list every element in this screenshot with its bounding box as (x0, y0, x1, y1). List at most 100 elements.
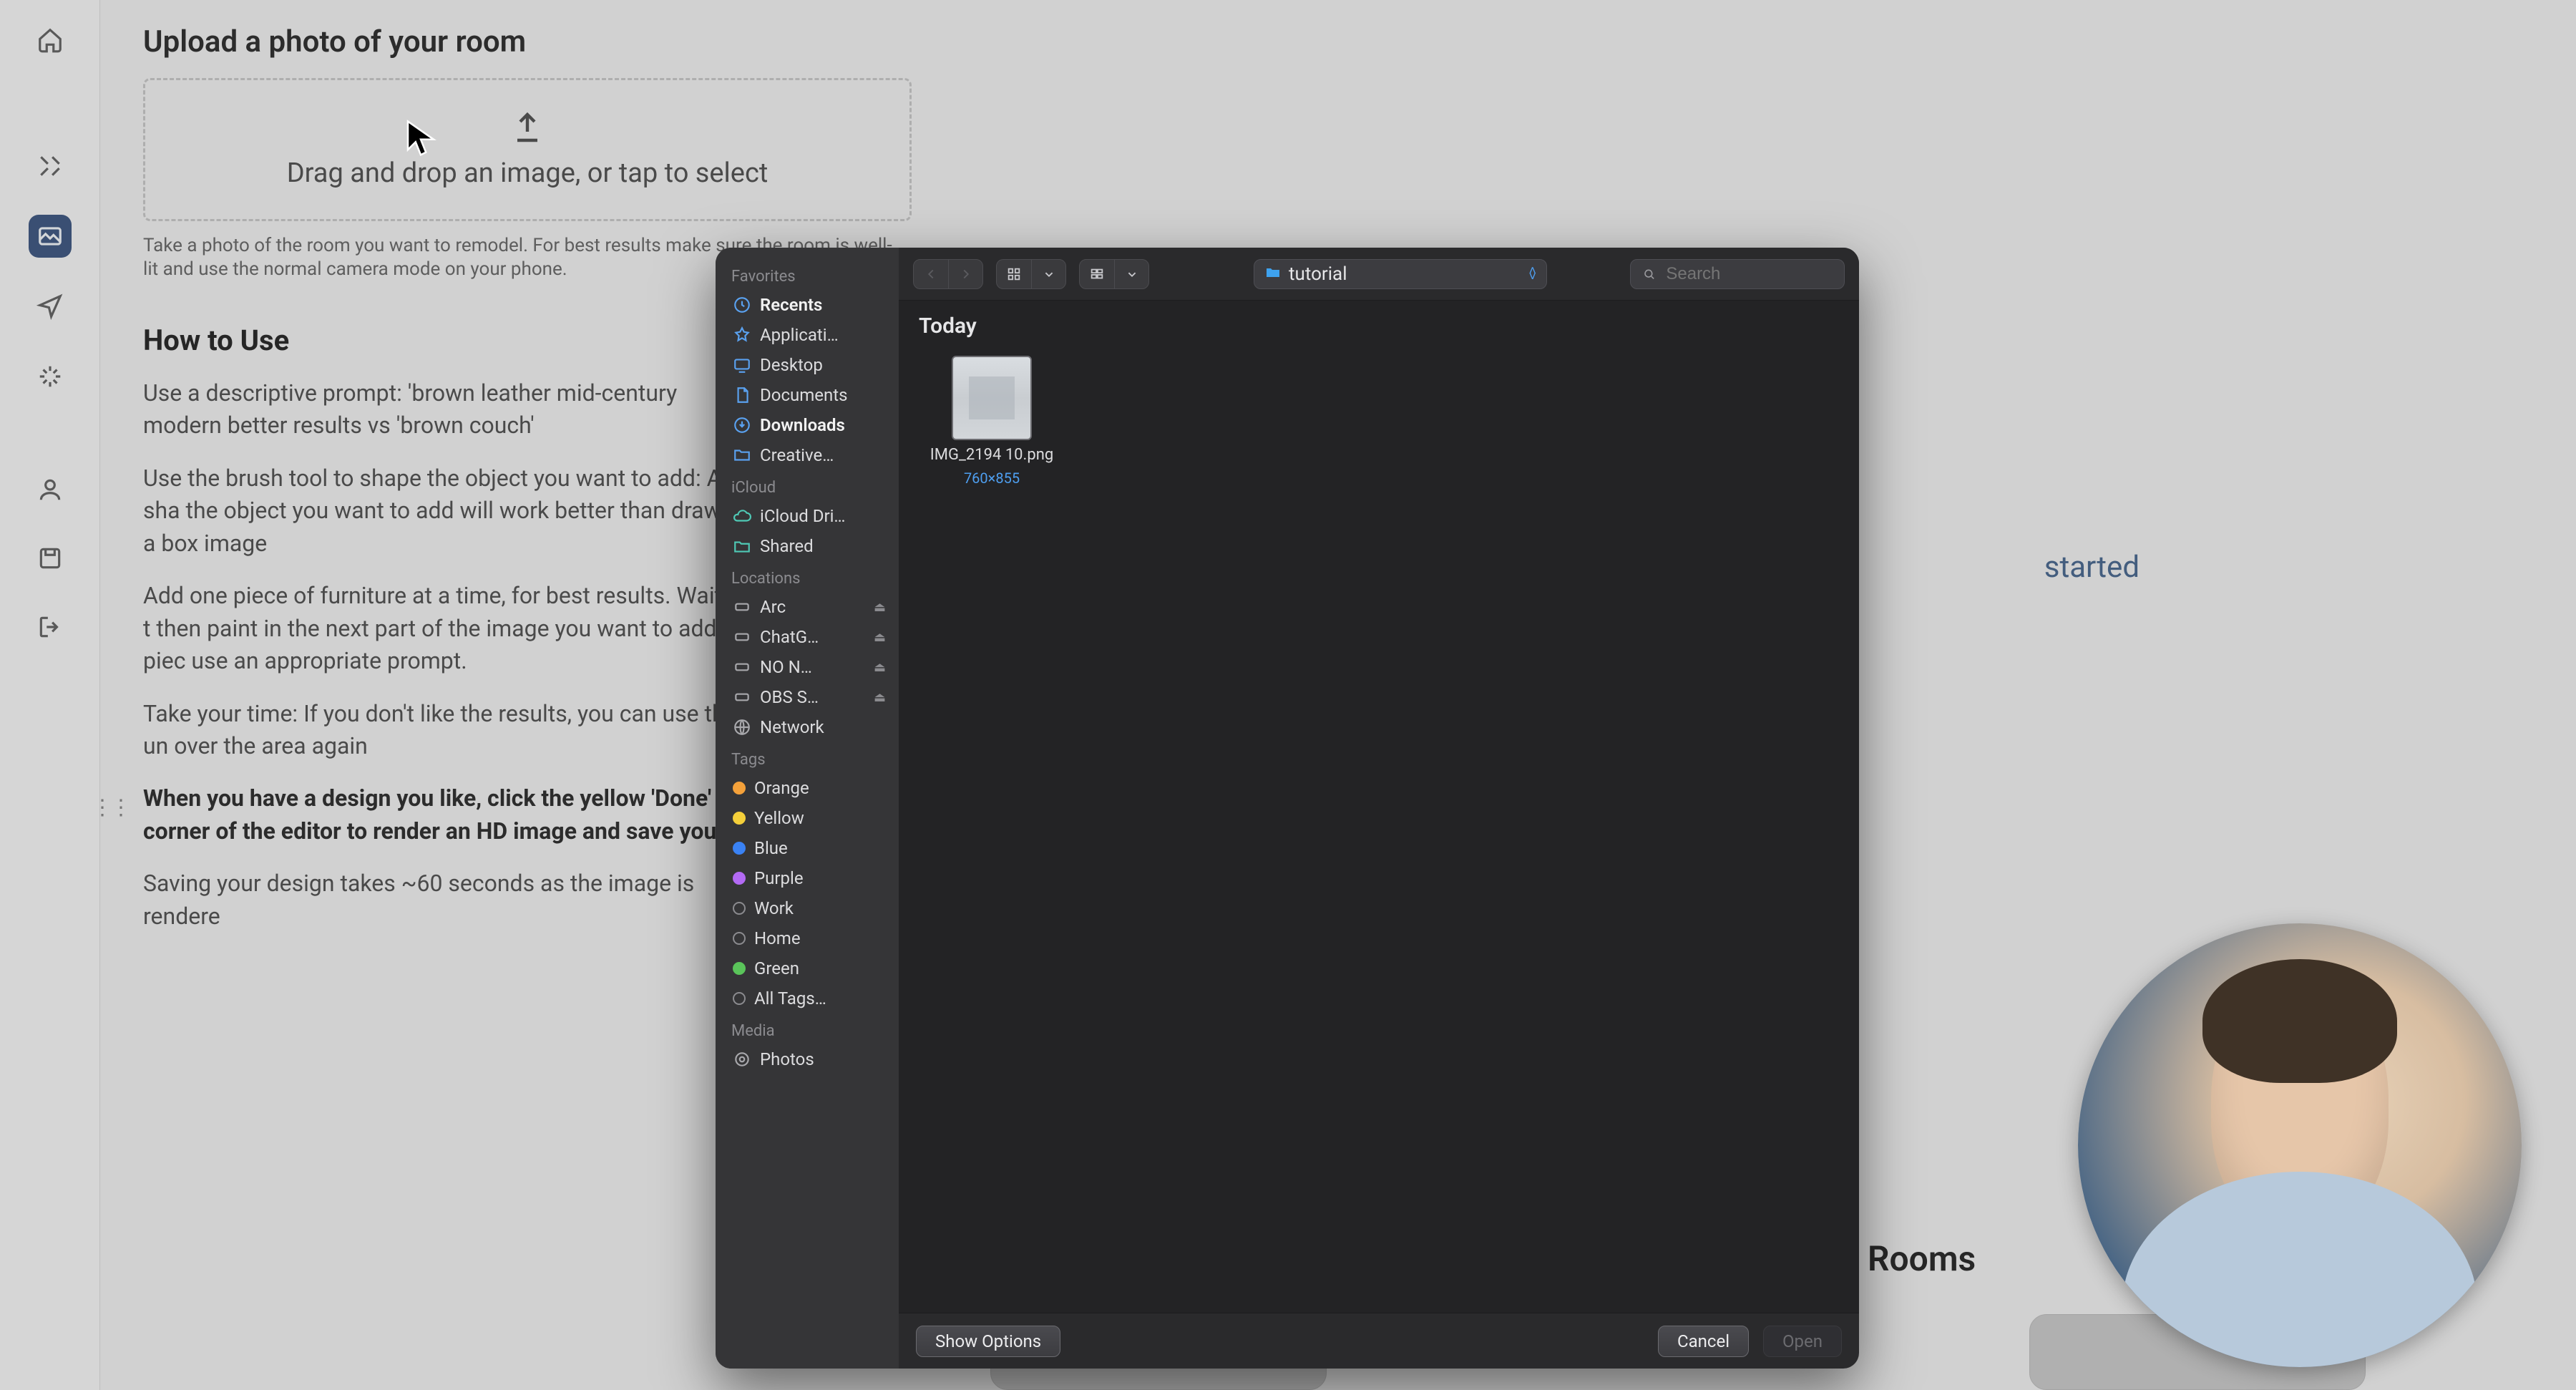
group-button[interactable] (1080, 260, 1114, 288)
sidebar-tag-orange[interactable]: Orange (728, 773, 890, 803)
cursor-icon (405, 119, 436, 160)
file-dimensions: 760×855 (964, 470, 1020, 487)
getting-started-tail: started (2044, 550, 2140, 585)
finder-sidebar: Favorites Recents Applicati… Desktop Doc… (716, 248, 899, 1369)
tag-dot-icon (733, 812, 746, 825)
view-dropdown-button[interactable] (1031, 260, 1065, 288)
eject-icon[interactable]: ⏏ (874, 630, 886, 645)
rooms-heading: Rooms (1868, 1238, 1976, 1279)
sparkle-icon[interactable] (29, 355, 72, 398)
sidebar-item-chatg[interactable]: ChatG… ⏏ (728, 622, 890, 652)
howto-step: Saving your design takes ~60 seconds as … (143, 867, 758, 933)
sidebar-item-documents[interactable]: Documents (728, 380, 890, 410)
user-icon[interactable] (29, 468, 72, 511)
sidebar-heading-favorites: Favorites (731, 268, 890, 286)
document-icon (733, 386, 751, 404)
file-name: IMG_2194 10.png (930, 446, 1053, 464)
search-input[interactable] (1664, 263, 1833, 285)
page-title: Upload a photo of your room (143, 24, 1002, 59)
icon-view-button[interactable] (997, 260, 1031, 288)
gallery-icon[interactable] (29, 215, 72, 258)
tag-dot-icon (733, 932, 746, 945)
sidebar-tag-home[interactable]: Home (728, 923, 890, 953)
howto-step: Use the brush tool to shape the object y… (143, 462, 758, 560)
date-group-heading: Today (919, 314, 1839, 339)
sidebar-item-network[interactable]: Network (728, 712, 890, 742)
sidebar-heading-locations: Locations (731, 570, 890, 588)
sidebar-item-icloud-drive[interactable]: iCloud Dri… (728, 501, 890, 531)
save-icon[interactable] (29, 537, 72, 580)
file-item[interactable]: IMG_2194 10.png 760×855 (919, 356, 1065, 487)
howto-step: When you have a design you like, click t… (143, 782, 758, 847)
apps-icon (733, 326, 751, 344)
sidebar-item-creative[interactable]: Creative… (728, 440, 890, 470)
folder-icon (1264, 264, 1282, 284)
app-rail (0, 0, 100, 1390)
finder-toolbar: tutorial ˄˅ (899, 248, 1859, 301)
group-dropdown-button[interactable] (1114, 260, 1148, 288)
path-popup[interactable]: tutorial ˄˅ (1254, 259, 1547, 289)
sidebar-item-shared[interactable]: Shared (728, 531, 890, 561)
show-options-button[interactable]: Show Options (916, 1326, 1060, 1357)
home-icon[interactable] (29, 19, 72, 62)
sidebar-item-arc[interactable]: Arc ⏏ (728, 592, 890, 622)
sidebar-item-applications[interactable]: Applicati… (728, 320, 890, 350)
tag-dot-icon (733, 842, 746, 855)
upload-dropzone[interactable]: Drag and drop an image, or tap to select (143, 78, 912, 221)
tag-dot-icon (733, 992, 746, 1005)
file-thumbnail (952, 356, 1032, 440)
sidebar-tag-purple[interactable]: Purple (728, 863, 890, 893)
webcam-pip (2078, 923, 2522, 1367)
chevron-updown-icon: ˄˅ (1528, 268, 1536, 280)
photos-icon (733, 1050, 751, 1069)
file-grid: Today IMG_2194 10.png 760×855 (899, 301, 1859, 1313)
tag-dot-icon (733, 962, 746, 975)
tag-dot-icon (733, 782, 746, 794)
disk-icon (733, 598, 751, 616)
sidebar-item-obss[interactable]: OBS S… ⏏ (728, 682, 890, 712)
cloud-icon (733, 507, 751, 525)
sidebar-item-photos[interactable]: Photos (728, 1044, 890, 1074)
back-button[interactable] (914, 260, 948, 288)
tools-icon[interactable] (29, 145, 72, 188)
shared-icon (733, 537, 751, 555)
download-icon (733, 416, 751, 434)
sidebar-tag-work[interactable]: Work (728, 893, 890, 923)
sidebar-item-recents[interactable]: Recents (728, 290, 890, 320)
sidebar-heading-media: Media (731, 1022, 890, 1040)
dialog-footer: Show Options Cancel Open (899, 1313, 1859, 1369)
search-field[interactable] (1630, 259, 1845, 289)
group-segment (1079, 259, 1149, 289)
network-icon (733, 718, 751, 737)
eject-icon[interactable]: ⏏ (874, 600, 886, 615)
nav-segment (913, 259, 983, 289)
sidebar-tag-green[interactable]: Green (728, 953, 890, 983)
tag-dot-icon (733, 902, 746, 915)
path-label: tutorial (1289, 263, 1347, 285)
sidebar-tag-yellow[interactable]: Yellow (728, 803, 890, 833)
cancel-button[interactable]: Cancel (1658, 1326, 1749, 1357)
howto-step: Take your time: If you don't like the re… (143, 698, 758, 763)
send-icon[interactable] (29, 285, 72, 328)
eject-icon[interactable]: ⏏ (874, 660, 886, 675)
open-button[interactable]: Open (1763, 1326, 1842, 1357)
sidebar-tag-blue[interactable]: Blue (728, 833, 890, 863)
upload-label: Drag and drop an image, or tap to select (287, 157, 769, 189)
disk-icon (733, 628, 751, 646)
sidebar-tag-all[interactable]: All Tags… (728, 983, 890, 1014)
disk-icon (733, 688, 751, 706)
sidebar-item-downloads[interactable]: Downloads (728, 410, 890, 440)
clock-icon (733, 296, 751, 314)
logout-icon[interactable] (29, 606, 72, 648)
tag-dot-icon (733, 872, 746, 885)
sidebar-heading-tags: Tags (731, 751, 890, 769)
sidebar-heading-icloud: iCloud (731, 479, 890, 497)
howto-step: Use a descriptive prompt: 'brown leather… (143, 377, 758, 442)
forward-button[interactable] (948, 260, 982, 288)
search-icon (1642, 266, 1656, 282)
sidebar-item-non[interactable]: NO N… ⏏ (728, 652, 890, 682)
desktop-icon (733, 356, 751, 374)
sidebar-item-desktop[interactable]: Desktop (728, 350, 890, 380)
eject-icon[interactable]: ⏏ (874, 690, 886, 705)
disk-icon (733, 658, 751, 676)
